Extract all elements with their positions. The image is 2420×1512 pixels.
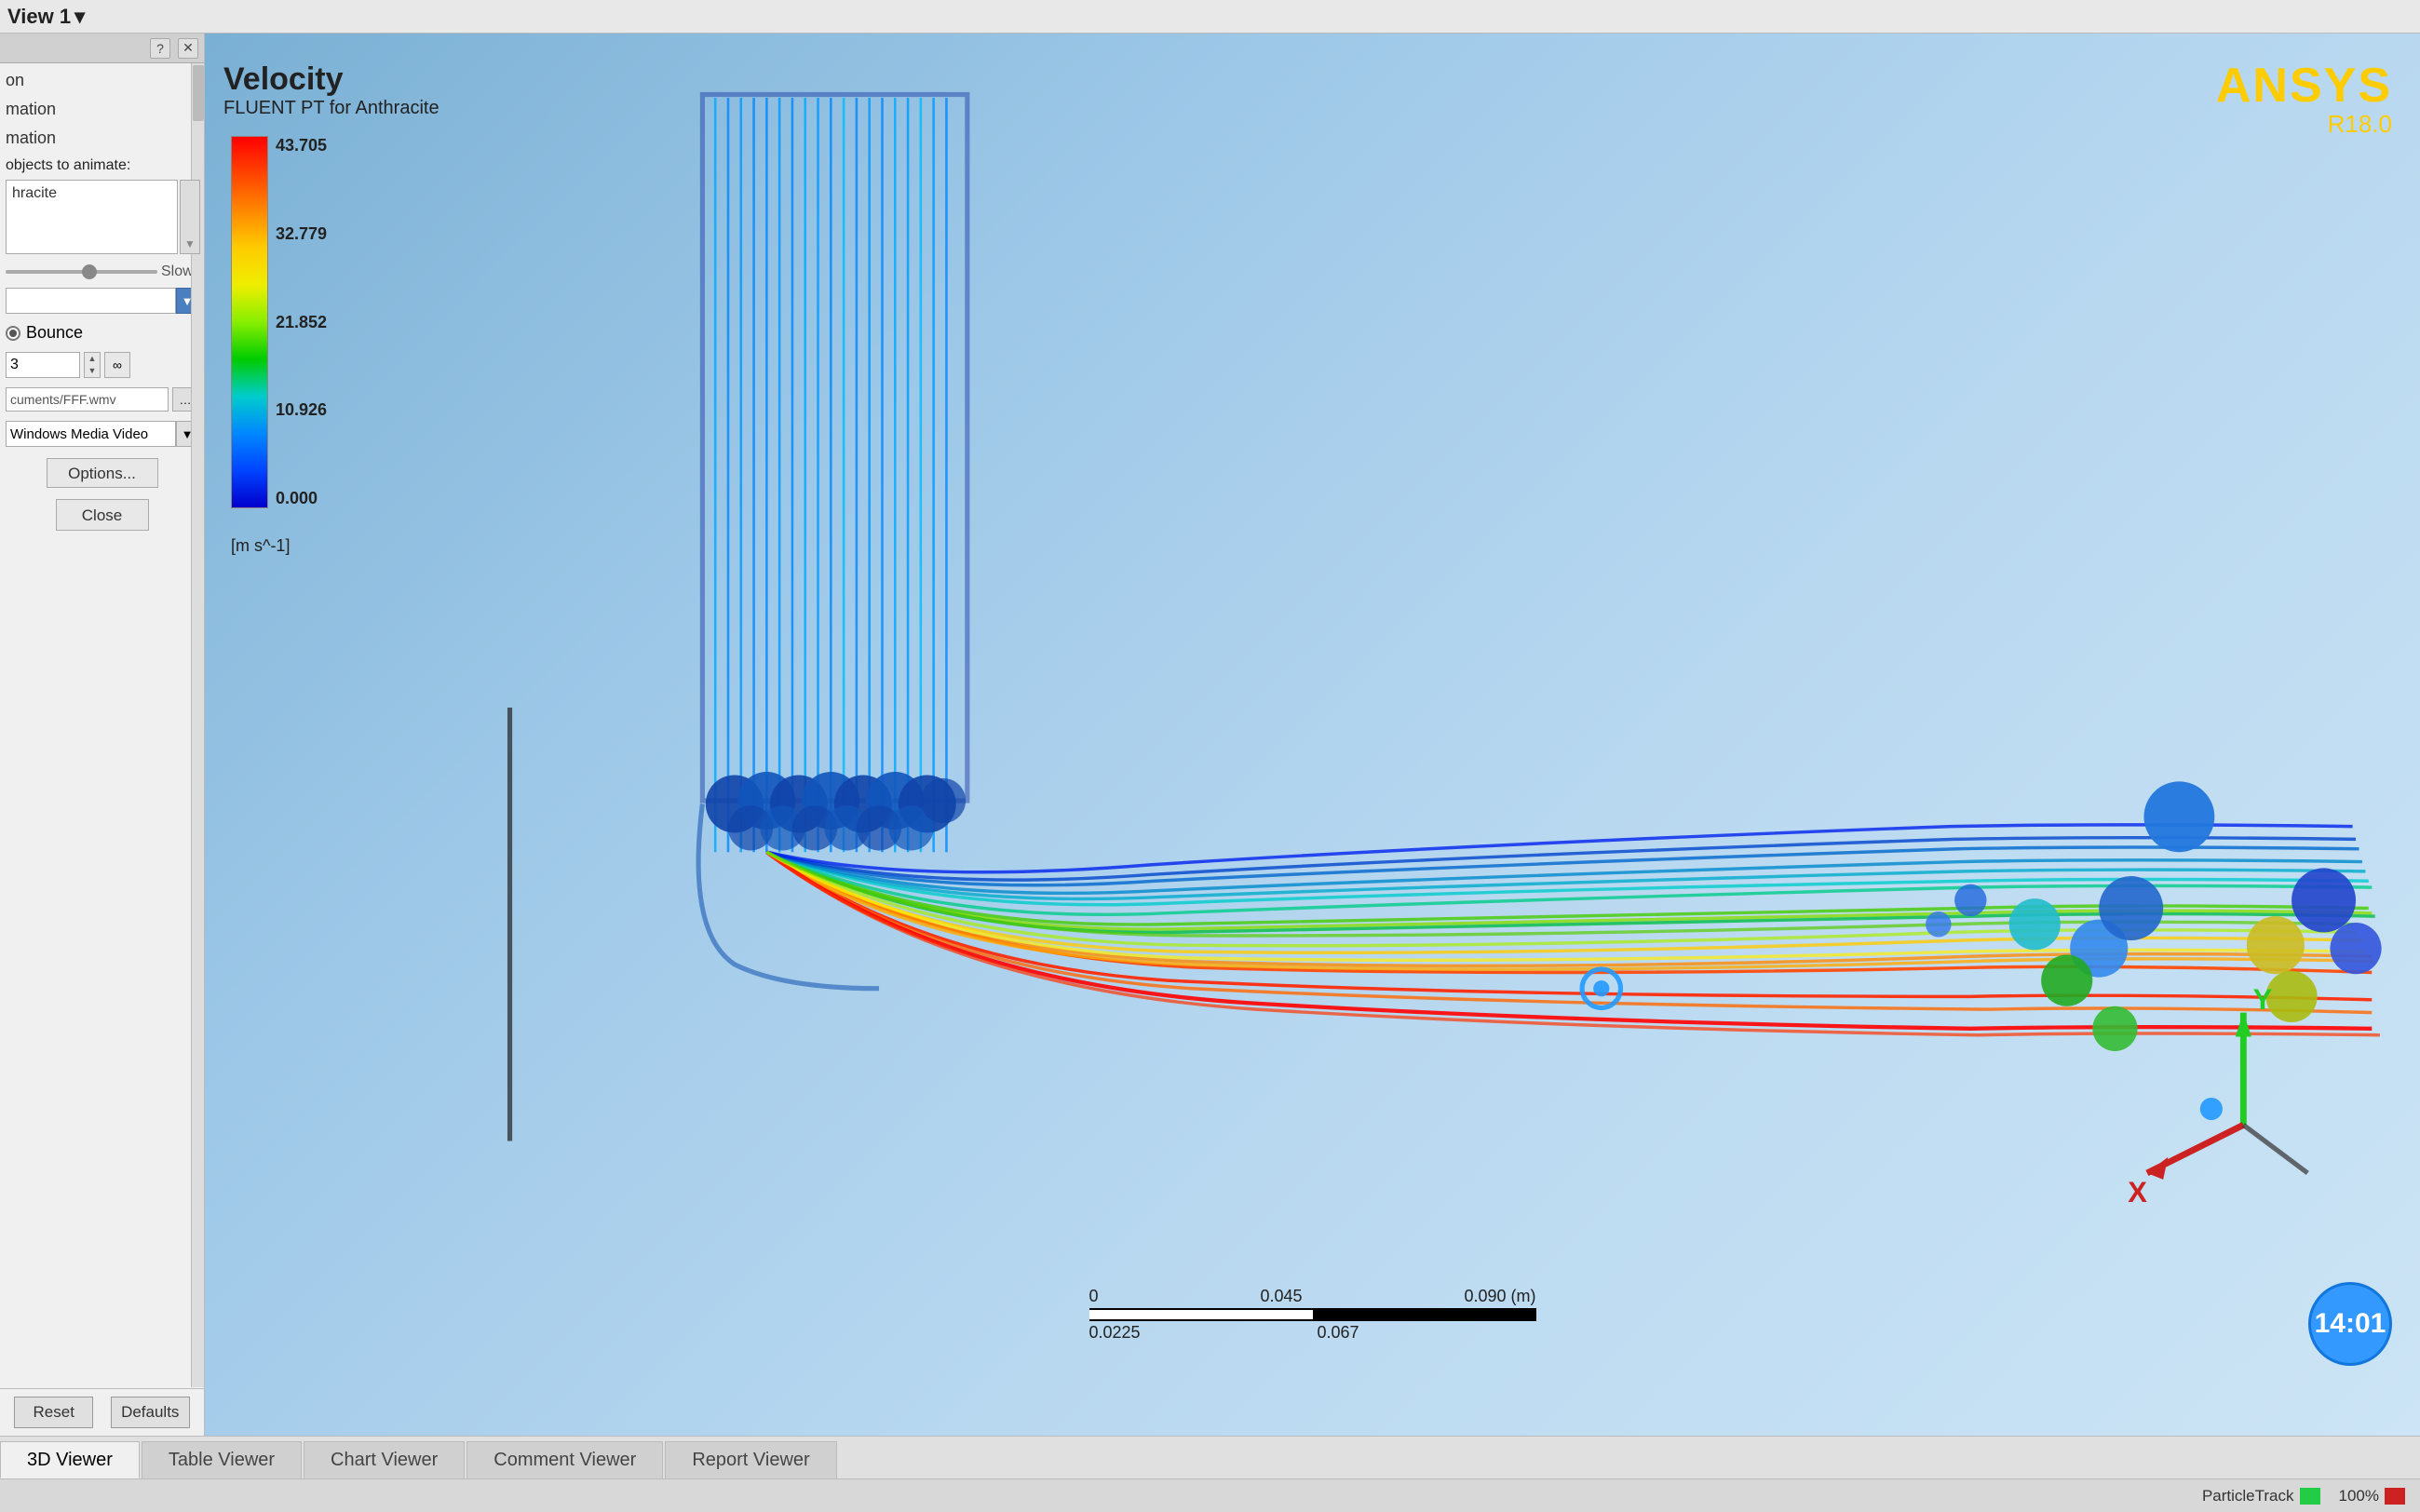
spinner-buttons[interactable]: ▲ ▼ [84, 352, 101, 378]
scale-bar: 0 0.045 0.090 (m) 0.0225 0.067 [1089, 1287, 1536, 1343]
particle-track-status: ParticleTrack [2202, 1487, 2320, 1505]
scale-label-0067: 0.067 [1318, 1323, 1359, 1343]
panel-close-button[interactable]: ✕ [178, 38, 198, 59]
viewport[interactable]: Velocity FLUENT PT for Anthracite ANSYS … [205, 34, 2420, 1436]
particle-spheres-tube [706, 772, 966, 850]
main-area: ? ✕ on mation mation objects to animate: [0, 34, 2420, 1436]
status-bar: ParticleTrack 100% [0, 1478, 2420, 1512]
panel-content: on mation mation objects to animate: hra… [0, 63, 204, 1388]
speed-slider[interactable] [6, 270, 157, 274]
particle-track-label: ParticleTrack [2202, 1487, 2294, 1505]
repeat-count-input[interactable]: 3 [6, 352, 80, 378]
tab-3d-viewer[interactable]: 3D Viewer [0, 1441, 140, 1478]
file-path-input[interactable]: cuments/FFF.wmv [6, 387, 169, 412]
svg-text:X: X [2128, 1176, 2147, 1208]
scrollbar-thumb [193, 65, 204, 121]
defaults-button[interactable]: Defaults [111, 1397, 190, 1428]
number-input-row: 3 ▲ ▼ ∞ [6, 352, 198, 378]
spinner-down[interactable]: ▼ [85, 365, 100, 377]
infinity-button[interactable]: ∞ [104, 352, 130, 378]
scale-label-090: 0.090 (m) [1464, 1287, 1535, 1306]
zoom-level: 100% [2339, 1487, 2379, 1505]
objects-list-scrollbar[interactable]: ▼ [180, 180, 200, 254]
status-green-indicator [2300, 1488, 2320, 1505]
panel-titlebar: ? ✕ [0, 34, 204, 63]
row-mation1-label: mation [6, 100, 56, 118]
scale-label-00225: 0.0225 [1089, 1323, 1141, 1343]
objects-label: objects to animate: [6, 157, 198, 174]
view-label-text: View 1 [7, 5, 71, 29]
spinner-up[interactable]: ▲ [85, 353, 100, 365]
format-row: Windows Media Video ▼ [6, 421, 198, 447]
view-chevron-icon: ▾ [74, 5, 85, 29]
zoom-status: 100% [2339, 1487, 2405, 1505]
scale-bar-track [1089, 1308, 1536, 1321]
scale-bar-bottom-labels: 0.0225 0.067 [1089, 1323, 1536, 1343]
objects-list[interactable]: hracite [6, 180, 178, 254]
dialog-close-button[interactable]: Close [56, 499, 149, 531]
tab-comment-viewer[interactable]: Comment Viewer [466, 1441, 663, 1478]
bottom-tabs: 3D Viewer Table Viewer Chart Viewer Comm… [0, 1436, 2420, 1478]
panel-row-on: on [6, 71, 198, 90]
format-select[interactable]: Windows Media Video [6, 421, 176, 447]
timer-badge: 14:01 [2308, 1282, 2392, 1366]
speed-slider-row: Slow [6, 263, 198, 280]
reset-button[interactable]: Reset [14, 1397, 93, 1428]
bottom-buttons: Reset Defaults [0, 1388, 204, 1436]
status-red-indicator [2385, 1488, 2405, 1505]
scale-label-045: 0.045 [1260, 1287, 1302, 1306]
tab-report-viewer[interactable]: Report Viewer [665, 1441, 836, 1478]
panel-row-mation2: mation [6, 128, 198, 148]
options-button[interactable]: Options... [47, 458, 158, 488]
scale-bar-top-labels: 0 0.045 0.090 (m) [1089, 1287, 1536, 1306]
dropdown-box[interactable] [6, 288, 176, 314]
row-mation2-label: mation [6, 128, 56, 147]
vertical-tracks [715, 98, 946, 852]
view-label[interactable]: View 1 ▾ [7, 5, 85, 29]
file-path-row: cuments/FFF.wmv … [6, 387, 198, 412]
visualization-svg: Y X [205, 34, 2420, 1414]
help-button[interactable]: ? [150, 38, 170, 59]
panel-row-mation1: mation [6, 100, 198, 119]
tab-table-viewer[interactable]: Table Viewer [142, 1441, 302, 1478]
timer-text: 14:01 [2315, 1308, 2386, 1340]
slider-thumb[interactable] [82, 264, 97, 279]
bounce-radio-row: Bounce [6, 323, 198, 343]
scale-label-0: 0 [1089, 1287, 1099, 1306]
row-on-label: on [6, 71, 24, 89]
tab-chart-viewer[interactable]: Chart Viewer [304, 1441, 465, 1478]
panel-scrollbar[interactable] [191, 63, 204, 1387]
scale-bar-inner [1089, 1310, 1313, 1319]
bounce-radio[interactable] [6, 326, 20, 341]
svg-text:Y: Y [2253, 983, 2273, 1016]
left-panel: ? ✕ on mation mation objects to animate: [0, 34, 205, 1436]
list-item-anthracite: hracite [9, 183, 174, 204]
top-bar: View 1 ▾ [0, 0, 2420, 34]
dropdown-row: ▼ [6, 288, 198, 314]
bounce-label: Bounce [26, 323, 83, 343]
